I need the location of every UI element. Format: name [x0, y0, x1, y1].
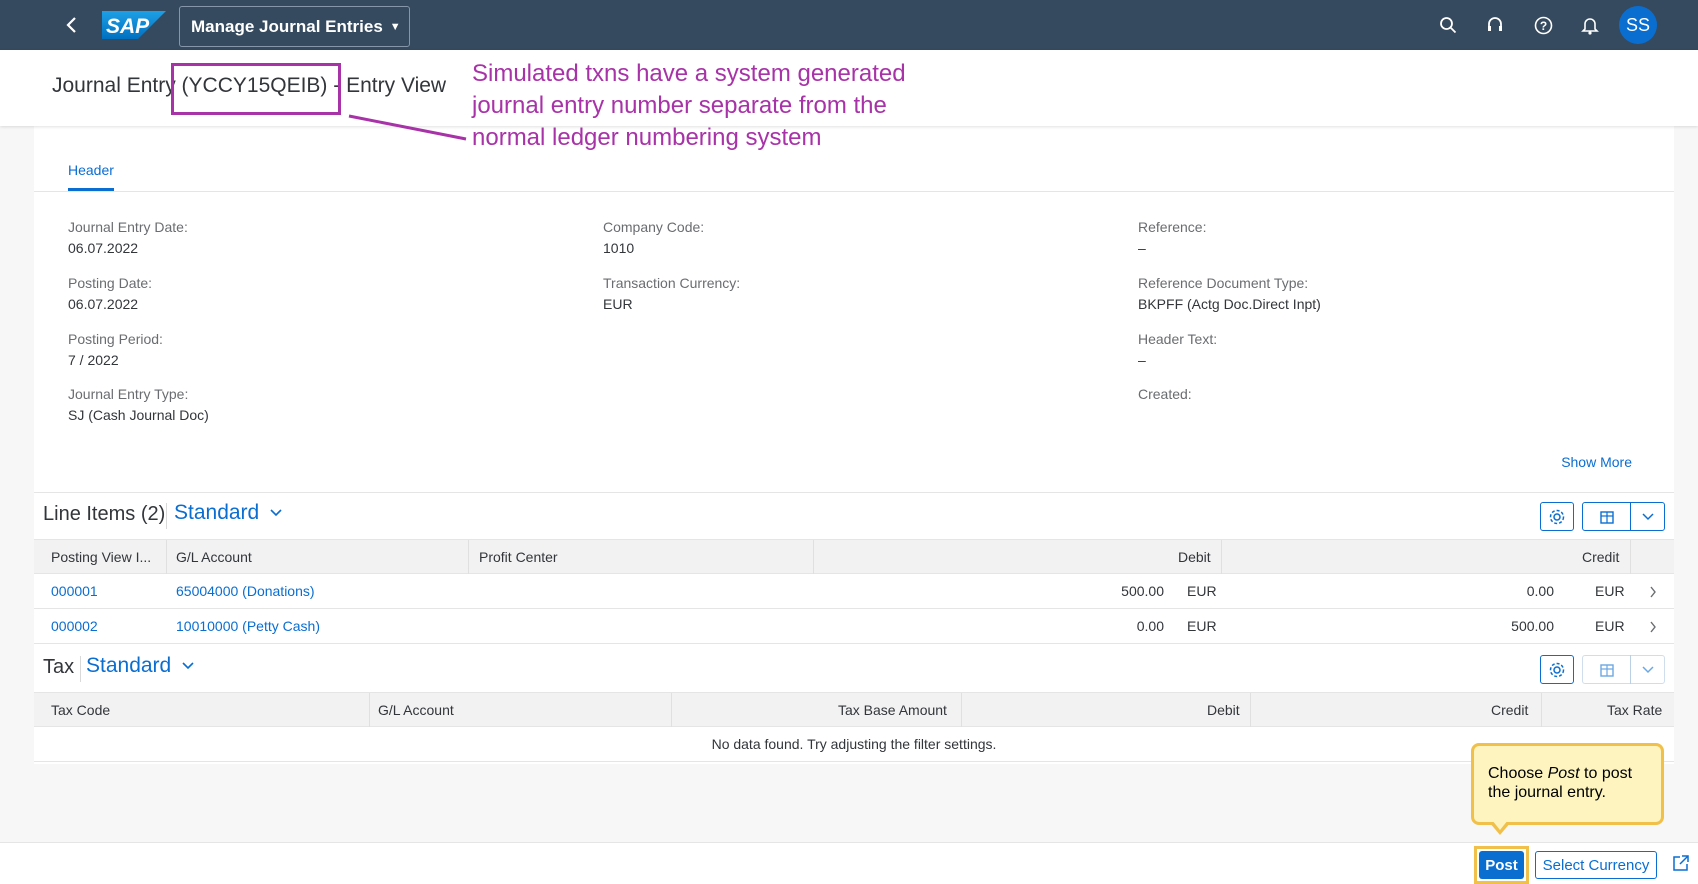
tax-title: Tax: [43, 656, 75, 678]
field-label: Reference:: [1138, 219, 1207, 235]
chevron-down-icon: [270, 509, 282, 517]
no-data-text: No data found. Try adjusting the filter …: [711, 736, 997, 752]
export-menu-button[interactable]: [1630, 502, 1665, 531]
column-separator: [1541, 693, 1542, 728]
column-header[interactable]: Tax Base Amount: [838, 702, 947, 718]
column-header[interactable]: Credit: [1491, 702, 1528, 718]
credit-amount: 500.00: [1511, 618, 1554, 634]
table-settings-button[interactable]: [1540, 502, 1574, 531]
field-label: Header Text:: [1138, 331, 1218, 347]
field-value: BKPFF (Actg Doc.Direct Inpt): [1138, 296, 1321, 312]
debit-amount: 0.00: [1136, 618, 1164, 634]
column-header[interactable]: G/L Account: [176, 549, 252, 565]
line-item-link[interactable]: 000001: [51, 583, 98, 599]
guide-tooltip: Choose Post to post the journal entry.: [1471, 743, 1664, 825]
field-value: SJ (Cash Journal Doc): [68, 407, 209, 423]
column-separator: [1221, 540, 1222, 575]
column-separator: [166, 540, 167, 575]
column-header[interactable]: Credit: [1582, 549, 1619, 565]
table-header: Tax Code G/L Account Tax Base Amount Deb…: [34, 692, 1674, 728]
column-header[interactable]: Debit: [1178, 549, 1211, 565]
select-currency-button[interactable]: Select Currency: [1535, 851, 1657, 879]
variant-selector[interactable]: Standard: [86, 654, 195, 678]
export-spreadsheet-icon: [1599, 510, 1614, 524]
chevron-down-icon: [182, 662, 194, 670]
table-row[interactable]: 000002 10010000 (Petty Cash) 0.00 EUR 50…: [34, 609, 1674, 644]
line-item-link[interactable]: 000002: [51, 618, 98, 634]
gear-icon: [1549, 662, 1565, 677]
chevron-right-icon[interactable]: [1649, 586, 1657, 598]
column-separator: [813, 540, 814, 575]
title-divider: [80, 656, 81, 682]
footer-toolbar: [0, 842, 1698, 884]
gl-account-link[interactable]: 10010000 (Petty Cash): [176, 618, 320, 634]
export-spreadsheet-icon: [1599, 663, 1614, 677]
column-separator: [961, 693, 962, 728]
column-separator: [1630, 540, 1631, 575]
post-button[interactable]: Post: [1479, 851, 1524, 879]
field-label: Company Code:: [603, 219, 705, 235]
field-value: 1010: [603, 240, 635, 256]
field-label: Created:: [1138, 386, 1192, 402]
field-label: Transaction Currency:: [603, 275, 741, 291]
debit-currency: EUR: [1187, 618, 1217, 634]
chevron-down-icon: [1641, 665, 1654, 673]
variant-label: Standard: [174, 501, 260, 524]
column-header[interactable]: Profit Center: [479, 549, 558, 565]
field-value: –: [1138, 352, 1146, 368]
export-button[interactable]: [1582, 655, 1631, 684]
column-separator: [1250, 693, 1251, 728]
field-value: –: [1138, 240, 1146, 256]
page-content: Header Journal Entry Date: 06.07.2022 Po…: [0, 126, 1698, 842]
empty-row: No data found. Try adjusting the filter …: [34, 727, 1674, 762]
show-more-link[interactable]: Show More: [1561, 454, 1632, 470]
column-separator: [671, 693, 672, 728]
export-button[interactable]: [1582, 502, 1631, 531]
line-items-section: Line Items (2) Standard Posting View I..…: [34, 492, 1674, 646]
tax-section: Tax Standard Tax Code G/L Account Tax Ba…: [34, 646, 1674, 764]
gl-account-link[interactable]: 65004000 (Donations): [176, 583, 315, 599]
annotation-text: Simulated txns have a system generated j…: [472, 60, 906, 151]
column-header[interactable]: Debit: [1207, 702, 1240, 718]
column-header[interactable]: Tax Rate: [1607, 702, 1662, 718]
column-header[interactable]: Posting View I...: [51, 549, 151, 565]
debit-currency: EUR: [1187, 583, 1217, 599]
column-header[interactable]: G/L Account: [378, 702, 454, 718]
line-items-title: Line Items (2): [43, 503, 166, 525]
column-header[interactable]: Tax Code: [51, 702, 110, 718]
gear-icon: [1549, 509, 1565, 524]
field-value: EUR: [603, 296, 633, 312]
field-value: 7 / 2022: [68, 352, 119, 368]
tooltip-arrow-fill: [1492, 820, 1508, 830]
field-label: Journal Entry Type:: [68, 386, 189, 402]
field-label: Reference Document Type:: [1138, 275, 1309, 291]
credit-currency: EUR: [1595, 583, 1625, 599]
tooltip-text-pre: Choose: [1488, 765, 1548, 782]
chevron-down-icon: [1641, 512, 1654, 520]
debit-amount: 500.00: [1121, 583, 1164, 599]
credit-amount: 0.00: [1526, 583, 1554, 599]
variant-label: Standard: [86, 654, 172, 677]
title-divider: [166, 503, 167, 529]
field-value: 06.07.2022: [68, 240, 139, 256]
credit-currency: EUR: [1595, 618, 1625, 634]
table-header: Posting View I... G/L Account Profit Cen…: [34, 539, 1674, 575]
field-label: Posting Period:: [68, 331, 163, 347]
tooltip-text-emphasis: Post: [1547, 765, 1580, 782]
table-settings-button[interactable]: [1540, 655, 1574, 684]
field-label: Posting Date:: [68, 275, 153, 291]
export-menu-button[interactable]: [1630, 655, 1665, 684]
chevron-right-icon[interactable]: [1649, 621, 1657, 633]
column-separator: [369, 693, 370, 728]
share-icon[interactable]: [1671, 853, 1693, 875]
column-separator: [468, 540, 469, 575]
table-row[interactable]: 000001 65004000 (Donations) 500.00 EUR 0…: [34, 574, 1674, 609]
field-label: Journal Entry Date:: [68, 219, 188, 235]
field-value: 06.07.2022: [68, 296, 139, 312]
variant-selector[interactable]: Standard: [174, 501, 283, 525]
